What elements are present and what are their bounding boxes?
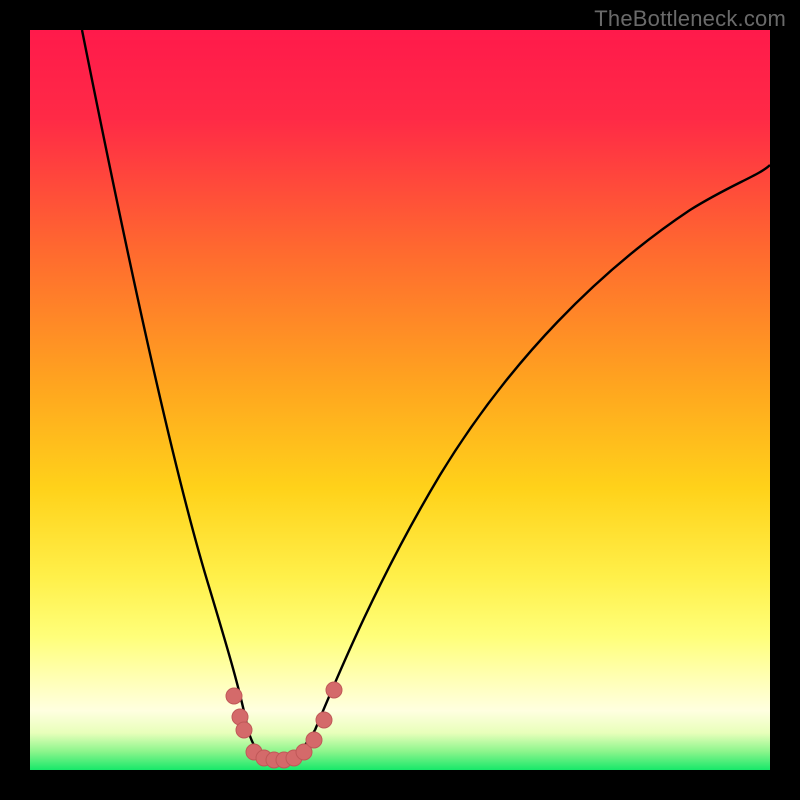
chart-frame: TheBottleneck.com (0, 0, 800, 800)
curve-right-branch (315, 165, 770, 730)
marker-dot (306, 732, 322, 748)
marker-dot (326, 682, 342, 698)
bottleneck-curve (30, 30, 770, 770)
marker-group (226, 682, 342, 768)
marker-dot (226, 688, 242, 704)
curve-left-branch (82, 30, 248, 730)
plot-area (30, 30, 770, 770)
marker-dot (236, 722, 252, 738)
marker-dot (316, 712, 332, 728)
watermark-text: TheBottleneck.com (594, 6, 786, 32)
